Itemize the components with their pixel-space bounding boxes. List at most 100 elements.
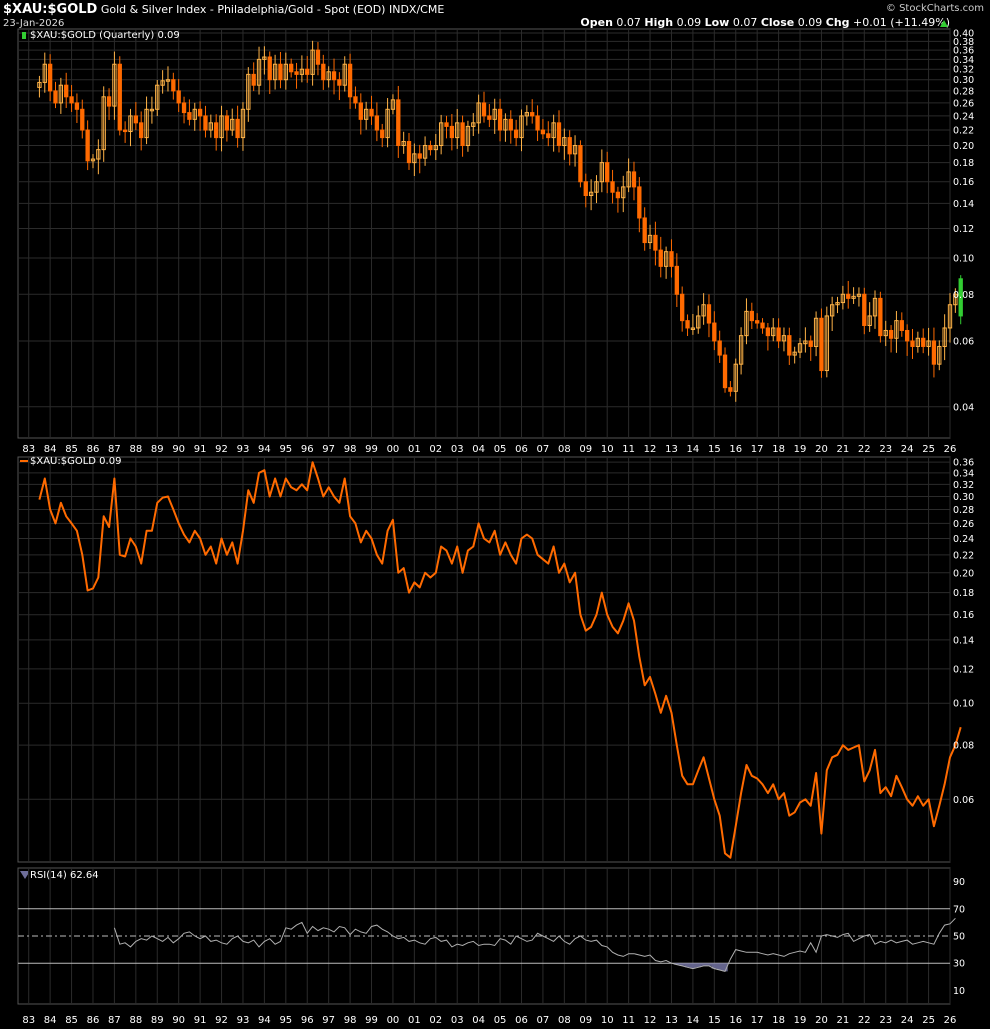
x-tick-label: 24	[901, 444, 914, 455]
x-tick-label: 18	[772, 444, 785, 455]
y-tick-label: 0.36	[953, 458, 974, 469]
y-tick-label: 0.10	[953, 699, 974, 710]
y-tick-label: 0.18	[953, 588, 974, 599]
x-axis-bottom: 83 84 85 86 87 88 89 90 91 92 93 94 95 96 97 98 99 00 01 02…	[22, 1015, 956, 1026]
y-tick-label: 0.24	[953, 111, 974, 122]
brand-link[interactable]: © StockCharts.com	[886, 3, 984, 14]
x-tick-label: 94	[258, 444, 271, 455]
line-panel-grid	[17, 456, 951, 863]
y-tick-label: 0.34	[953, 468, 974, 479]
x-tick-label: 14	[687, 444, 700, 455]
candle-body	[904, 329, 910, 342]
rsi-y-axis: 90 70 50 30 10	[953, 877, 965, 997]
candle-body	[53, 90, 58, 104]
y-tick-label: 0.14	[953, 635, 974, 646]
candle-body	[717, 340, 722, 356]
candle-body	[315, 49, 321, 65]
candle-body	[637, 186, 642, 219]
candle-body	[765, 327, 771, 337]
candle-body	[305, 68, 310, 75]
x-tick-label: 85	[65, 444, 78, 455]
low-label: Low	[704, 16, 730, 29]
x-tick-label: 89	[151, 1015, 164, 1026]
candle-body	[358, 102, 363, 120]
candle-body	[374, 115, 380, 131]
x-tick-label: 05	[494, 444, 507, 455]
candle-body	[888, 329, 894, 339]
x-tick-label: 02	[429, 444, 442, 455]
y-tick-label: 0.20	[953, 141, 974, 152]
x-tick-label: 13	[665, 444, 678, 455]
candle-body	[497, 108, 503, 131]
candle-body	[449, 125, 455, 139]
candle-body	[69, 96, 74, 104]
x-tick-label: 12	[644, 444, 657, 455]
x-tick-label: 23	[879, 444, 892, 455]
candle-body	[910, 340, 915, 347]
y-tick-label: 0.06	[953, 336, 974, 347]
candle-legend: $XAU:$GOLD (Quarterly) 0.09	[20, 30, 180, 41]
x-tick-label: 26	[944, 444, 957, 455]
candle-body	[294, 71, 299, 75]
x-tick-label: 19	[794, 444, 807, 455]
x-tick-label: 19	[794, 1015, 807, 1026]
x-tick-label: 26	[944, 1015, 957, 1026]
candle-body	[139, 122, 144, 139]
x-tick-label: 03	[451, 444, 464, 455]
candle-body	[460, 122, 465, 147]
candle-body	[862, 293, 867, 326]
candle-body	[685, 320, 690, 329]
candle-body	[819, 317, 824, 372]
candle-body	[642, 217, 647, 244]
x-tick-label: 92	[215, 444, 228, 455]
symbol[interactable]: $XAU:$GOLD	[3, 2, 97, 17]
x-tick-label: 06	[515, 444, 528, 455]
y-tick-label: 0.08	[953, 290, 974, 301]
candle-body	[214, 122, 219, 139]
candle-body	[337, 79, 342, 86]
candle-body	[80, 108, 85, 131]
line-legend-icon	[20, 460, 28, 462]
candle-body	[556, 122, 562, 147]
y-tick-label: 0.26	[953, 519, 974, 530]
y-tick-label: 0.22	[953, 126, 974, 137]
y-tick-label: 10	[953, 986, 965, 997]
low-value: 0.07	[732, 16, 758, 29]
rsi-panel-grid	[17, 867, 951, 1005]
candle-body	[680, 293, 685, 322]
candle-body	[508, 118, 513, 131]
x-tick-label: 06	[515, 1015, 528, 1026]
y-tick-label: 50	[953, 932, 965, 943]
x-tick-label: 15	[708, 1015, 721, 1026]
rsi-legend-icon	[20, 871, 28, 879]
x-tick-label: 08	[558, 1015, 571, 1026]
x-tick-label: 05	[494, 1015, 507, 1026]
candle-body	[171, 79, 176, 92]
y-tick-label: 0.16	[953, 610, 974, 621]
x-tick-label: 13	[665, 1015, 678, 1026]
x-tick-label: 89	[151, 444, 164, 455]
y-tick-label: 0.30	[953, 75, 974, 86]
candle-body	[203, 115, 208, 131]
x-tick-label: 90	[172, 444, 185, 455]
candle-body	[578, 145, 583, 183]
y-tick-label: 0.12	[953, 664, 974, 675]
x-tick-label: 16	[729, 444, 742, 455]
candle-body	[846, 293, 851, 299]
x-tick-label: 96	[301, 1015, 314, 1026]
candle-body	[653, 234, 658, 251]
x-tick-label: 98	[344, 1015, 357, 1026]
candle-body	[706, 304, 712, 324]
candle-body	[605, 162, 610, 183]
x-tick-label: 93	[237, 1015, 250, 1026]
y-tick-label: 0.08	[953, 741, 974, 752]
candle-body	[808, 340, 813, 347]
x-tick-label: 10	[601, 444, 614, 455]
y-tick-label: 0.04	[953, 402, 974, 413]
candle-body	[728, 387, 733, 392]
x-tick-label: 20	[815, 1015, 828, 1026]
candle-body	[530, 112, 535, 117]
x-tick-label: 09	[579, 444, 592, 455]
candle-body	[74, 102, 80, 110]
candle-body	[487, 115, 492, 120]
